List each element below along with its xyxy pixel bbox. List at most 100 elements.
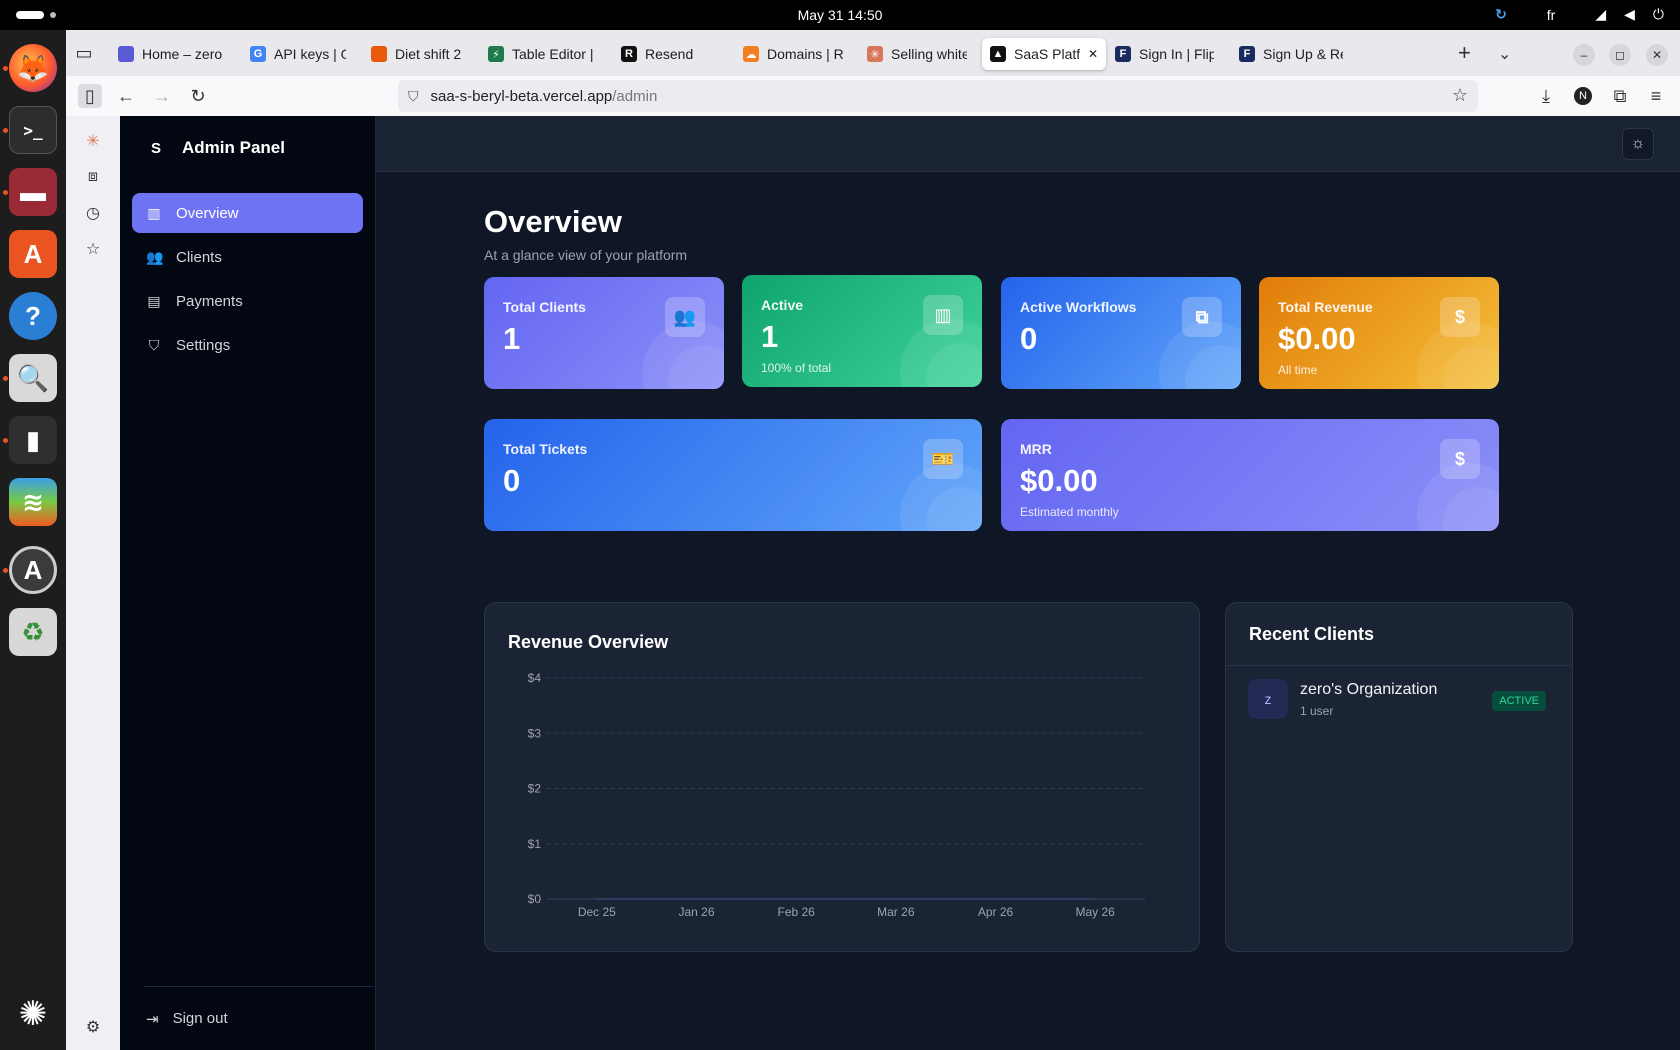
browser-nav-bar: ▯ ← → ↻ ⛉ saa-s-beryl-beta.vercel.app/ad… bbox=[66, 76, 1680, 116]
tab-title: Table Editor | bbox=[512, 46, 594, 62]
running-indicator bbox=[3, 438, 8, 443]
minimize-window-icon[interactable]: – bbox=[1573, 44, 1595, 66]
status-badge: ACTIVE bbox=[1492, 691, 1546, 711]
device-icon[interactable]: ▮ bbox=[9, 416, 57, 464]
firefox-icon[interactable]: 🦊 bbox=[9, 44, 57, 92]
layers-app-icon[interactable]: ≋ bbox=[9, 478, 57, 526]
browser-tab[interactable]: F Sign Up & Reg bbox=[1231, 38, 1351, 70]
terminal-icon[interactable]: >_ bbox=[9, 106, 57, 154]
synced-tabs-icon[interactable]: ⧈ bbox=[82, 166, 104, 188]
main-content: ☼ Overview At a glance view of your plat… bbox=[376, 116, 1680, 1050]
running-indicator bbox=[3, 66, 8, 71]
stat-card-total-tickets: Total Tickets 0 🎫 bbox=[484, 419, 982, 531]
new-tab-icon[interactable]: + bbox=[1458, 40, 1471, 66]
browser-tab[interactable]: R Resend bbox=[613, 38, 725, 70]
stat-note: 100% of total bbox=[761, 361, 832, 375]
address-bar[interactable]: ⛉ saa-s-beryl-beta.vercel.app/admin ☆ bbox=[398, 80, 1478, 112]
browser-tab[interactable]: Home – zero s bbox=[110, 38, 232, 70]
bar-chart-icon: ▥ bbox=[923, 295, 963, 335]
bookmark-star-icon[interactable]: ☆ bbox=[1452, 85, 1468, 106]
tab-favicon-icon bbox=[371, 46, 387, 62]
browser-tab[interactable]: ✳ Selling white- bbox=[859, 38, 975, 70]
volume-icon[interactable]: ◀ bbox=[1624, 6, 1635, 23]
extensions-icon[interactable]: ⧉ bbox=[1608, 84, 1632, 108]
trash-icon[interactable]: ♻ bbox=[9, 608, 57, 656]
sidebar-toggle-icon[interactable]: ▯ bbox=[78, 84, 102, 108]
avatar: z bbox=[1248, 679, 1288, 719]
stat-label: Active bbox=[761, 297, 804, 313]
theme-toggle-button[interactable]: ☼ bbox=[1622, 128, 1654, 160]
sidebar-item-clients[interactable]: 👥 Clients bbox=[132, 237, 363, 277]
tab-favicon-icon: ⚡ bbox=[488, 46, 504, 62]
list-item[interactable]: z zero's Organization 1 user ACTIVE bbox=[1248, 677, 1546, 721]
brand[interactable]: S Admin Panel bbox=[146, 138, 285, 158]
x-tick-label: Jan 26 bbox=[678, 905, 714, 919]
update-icon[interactable]: ↻ bbox=[1495, 6, 1507, 23]
bookmarks-icon[interactable]: ☆ bbox=[82, 238, 104, 260]
image-viewer-icon[interactable]: 🔍 bbox=[9, 354, 57, 402]
page-title: Overview bbox=[484, 204, 622, 239]
stat-label: Active Workflows bbox=[1020, 299, 1137, 315]
admin-sidebar: S Admin Panel ▥ Overview 👥 Clients ▤ Payments… bbox=[120, 116, 376, 1050]
close-tab-icon[interactable]: ✕ bbox=[1088, 47, 1098, 61]
dollar-icon: $ bbox=[1440, 297, 1480, 337]
forward-icon[interactable]: → bbox=[150, 84, 174, 108]
browser-tab[interactable]: G API keys | Goo bbox=[242, 38, 354, 70]
tab-title: Diet shift 2 - C bbox=[395, 46, 463, 62]
downloads-icon[interactable]: ⤓ bbox=[1534, 84, 1558, 108]
app-menu-icon[interactable]: ≡ bbox=[1644, 84, 1668, 108]
browser-tab[interactable]: ⚡ Table Editor | bbox=[480, 38, 604, 70]
system-clock[interactable]: May 31 14:50 bbox=[0, 7, 1680, 23]
sidebar-item-payments[interactable]: ▤ Payments bbox=[132, 281, 363, 321]
brand-name: Admin Panel bbox=[182, 138, 285, 157]
sidebar-item-label: Overview bbox=[176, 204, 239, 222]
back-icon[interactable]: ← bbox=[114, 84, 138, 108]
tab-title: Domains | Reg bbox=[767, 46, 843, 62]
sidebar-menu: ▥ Overview 👥 Clients ▤ Payments ⛉ Settings bbox=[132, 193, 363, 369]
sidebar-settings-icon[interactable]: ⚙ bbox=[82, 1016, 104, 1038]
power-icon[interactable]: ⏻ bbox=[1653, 6, 1664, 23]
users-icon: 👥 bbox=[665, 297, 705, 337]
close-window-icon[interactable]: ✕ bbox=[1646, 44, 1668, 66]
stat-card-active-workflows: Active Workflows 0 ⧉ bbox=[1001, 277, 1241, 389]
stat-card-mrr: MRR $0.00 Estimated monthly $ bbox=[1001, 419, 1499, 531]
ai-chat-icon[interactable]: ✳ bbox=[82, 130, 104, 152]
input-language[interactable]: fr bbox=[1547, 7, 1556, 23]
x-tick-label: May 26 bbox=[1075, 905, 1115, 919]
history-icon[interactable]: ◷ bbox=[82, 202, 104, 224]
help-icon[interactable]: ? bbox=[9, 292, 57, 340]
tab-list-chevron-icon[interactable]: ⌄ bbox=[1498, 44, 1511, 64]
sign-out-button[interactable]: ⇥ Sign out bbox=[144, 986, 374, 1050]
browser-tab[interactable]: ☁ Domains | Reg bbox=[735, 38, 851, 70]
sidebar-item-settings[interactable]: ⛉ Settings bbox=[132, 325, 363, 365]
sign-out-label: Sign out bbox=[172, 1010, 228, 1027]
wifi-icon[interactable]: ◢ bbox=[1595, 6, 1606, 23]
browser-tab[interactable]: F Sign In | Flippa bbox=[1107, 38, 1222, 70]
main-header: ☼ bbox=[376, 116, 1680, 172]
files-icon[interactable]: ▬ bbox=[9, 168, 57, 216]
store-icon[interactable]: A bbox=[9, 546, 57, 594]
revenue-overview-panel: Revenue Overview $0 $1 $2 $3 $4 Dec 25 Jan 26 F… bbox=[484, 602, 1200, 952]
show-apps-icon[interactable]: ✺ bbox=[9, 990, 57, 1038]
browser-tab[interactable]: Diet shift 2 - C bbox=[363, 38, 471, 70]
reload-icon[interactable]: ↻ bbox=[186, 84, 210, 108]
stat-label: Total Clients bbox=[503, 299, 586, 315]
system-tray[interactable]: ↻ fr ◢ ◀ ⏻ bbox=[1495, 6, 1664, 23]
dollar-icon: $ bbox=[1440, 439, 1480, 479]
account-avatar-icon[interactable]: N bbox=[1571, 84, 1595, 108]
stat-label: Total Revenue bbox=[1278, 299, 1373, 315]
site-security-icon[interactable]: ⛉ bbox=[408, 88, 419, 105]
running-indicator bbox=[3, 190, 8, 195]
stat-note: Estimated monthly bbox=[1020, 505, 1119, 519]
tab-favicon-icon: ▲ bbox=[990, 46, 1006, 62]
maximize-window-icon[interactable]: ◻ bbox=[1609, 44, 1631, 66]
tab-overview-icon[interactable]: ▭ bbox=[72, 41, 96, 65]
y-tick-label: $1 bbox=[528, 837, 542, 851]
tab-title: API keys | Goo bbox=[274, 46, 346, 62]
browser-tab[interactable]: ▲ SaaS Platfo ✕ bbox=[982, 38, 1106, 70]
app-center-icon[interactable]: A bbox=[9, 230, 57, 278]
tab-favicon-icon: ✳ bbox=[867, 46, 883, 62]
tab-favicon-icon: F bbox=[1239, 46, 1255, 62]
tab-title: Home – zero s bbox=[142, 46, 224, 62]
sidebar-item-overview[interactable]: ▥ Overview bbox=[132, 193, 363, 233]
